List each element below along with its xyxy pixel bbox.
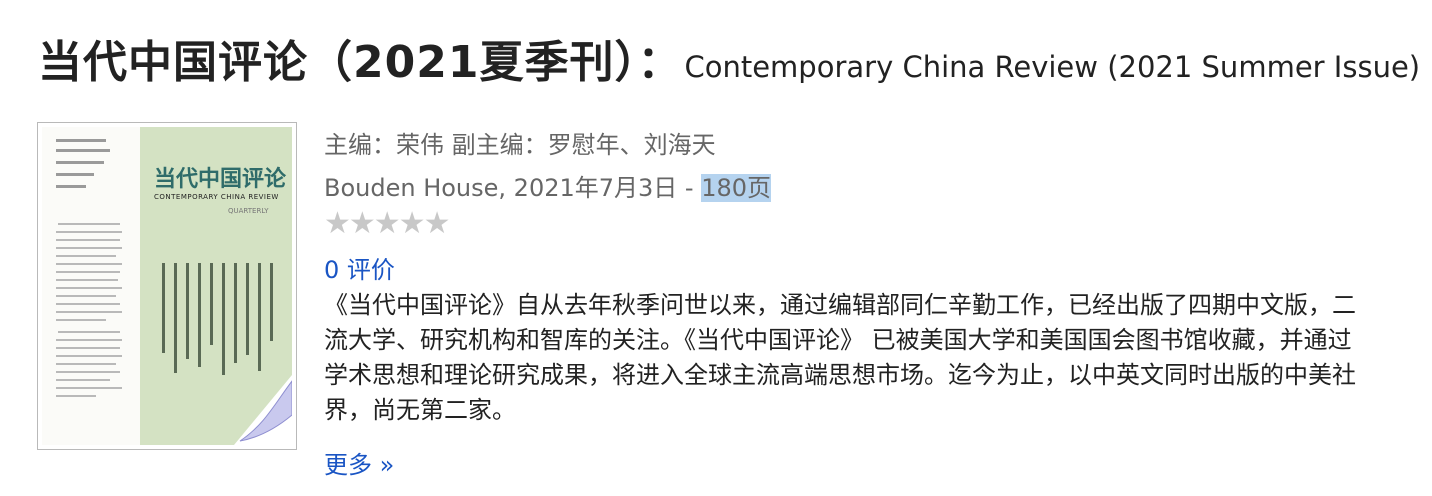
publisher-date: Bouden House, 2021年7月3日 -	[324, 174, 702, 202]
book-description: 《当代中国评论》自从去年秋季问世以来，通过编辑部同仁辛勤工作，已经出版了四期中文…	[324, 288, 1432, 428]
book-cover-thumbnail[interactable]: 当代中国评论 CONTEMPORARY CHINA REVIEW QUARTER…	[37, 122, 297, 450]
description-line: 学术思想和理论研究成果，将进入全球主流高端思想市场。迄今为止，以中英文同时出版的…	[324, 361, 1356, 389]
book-title: 当代中国评论（2021夏季刊）：Contemporary China Revie…	[38, 26, 1420, 90]
publication-info: Bouden House, 2021年7月3日 - 180页	[324, 168, 772, 203]
cover-contents-lines	[162, 263, 273, 375]
cover-issue-label: QUARTERLY	[228, 207, 269, 215]
cover-subtitle: CONTEMPORARY CHINA REVIEW	[154, 193, 279, 201]
book-editors: 主编：荣伟 副主编：罗慰年、刘海天	[324, 131, 716, 159]
reviews-link[interactable]: 0 评价	[324, 250, 395, 285]
rating-stars[interactable]: ★★★★★	[324, 206, 450, 241]
page-count: 180页	[701, 174, 772, 202]
cover-text-column	[42, 127, 140, 445]
cover-title: 当代中国评论	[154, 166, 287, 192]
description-line: 流大学、研究机构和智库的关注。《当代中国评论》 已被美国大学和美国国会图书馆收藏…	[324, 326, 1352, 354]
description-line: 《当代中国评论》自从去年秋季问世以来，通过编辑部同仁辛勤工作，已经出版了四期中文…	[324, 291, 1356, 319]
more-link[interactable]: 更多 »	[324, 445, 394, 480]
description-line: 界，尚无第二家。	[324, 396, 516, 424]
cover-text-lines	[56, 139, 122, 397]
book-title-en: Contemporary China Review (2021 Summer I…	[684, 50, 1421, 84]
book-title-zh: 当代中国评论（2021夏季刊）：	[38, 37, 683, 88]
